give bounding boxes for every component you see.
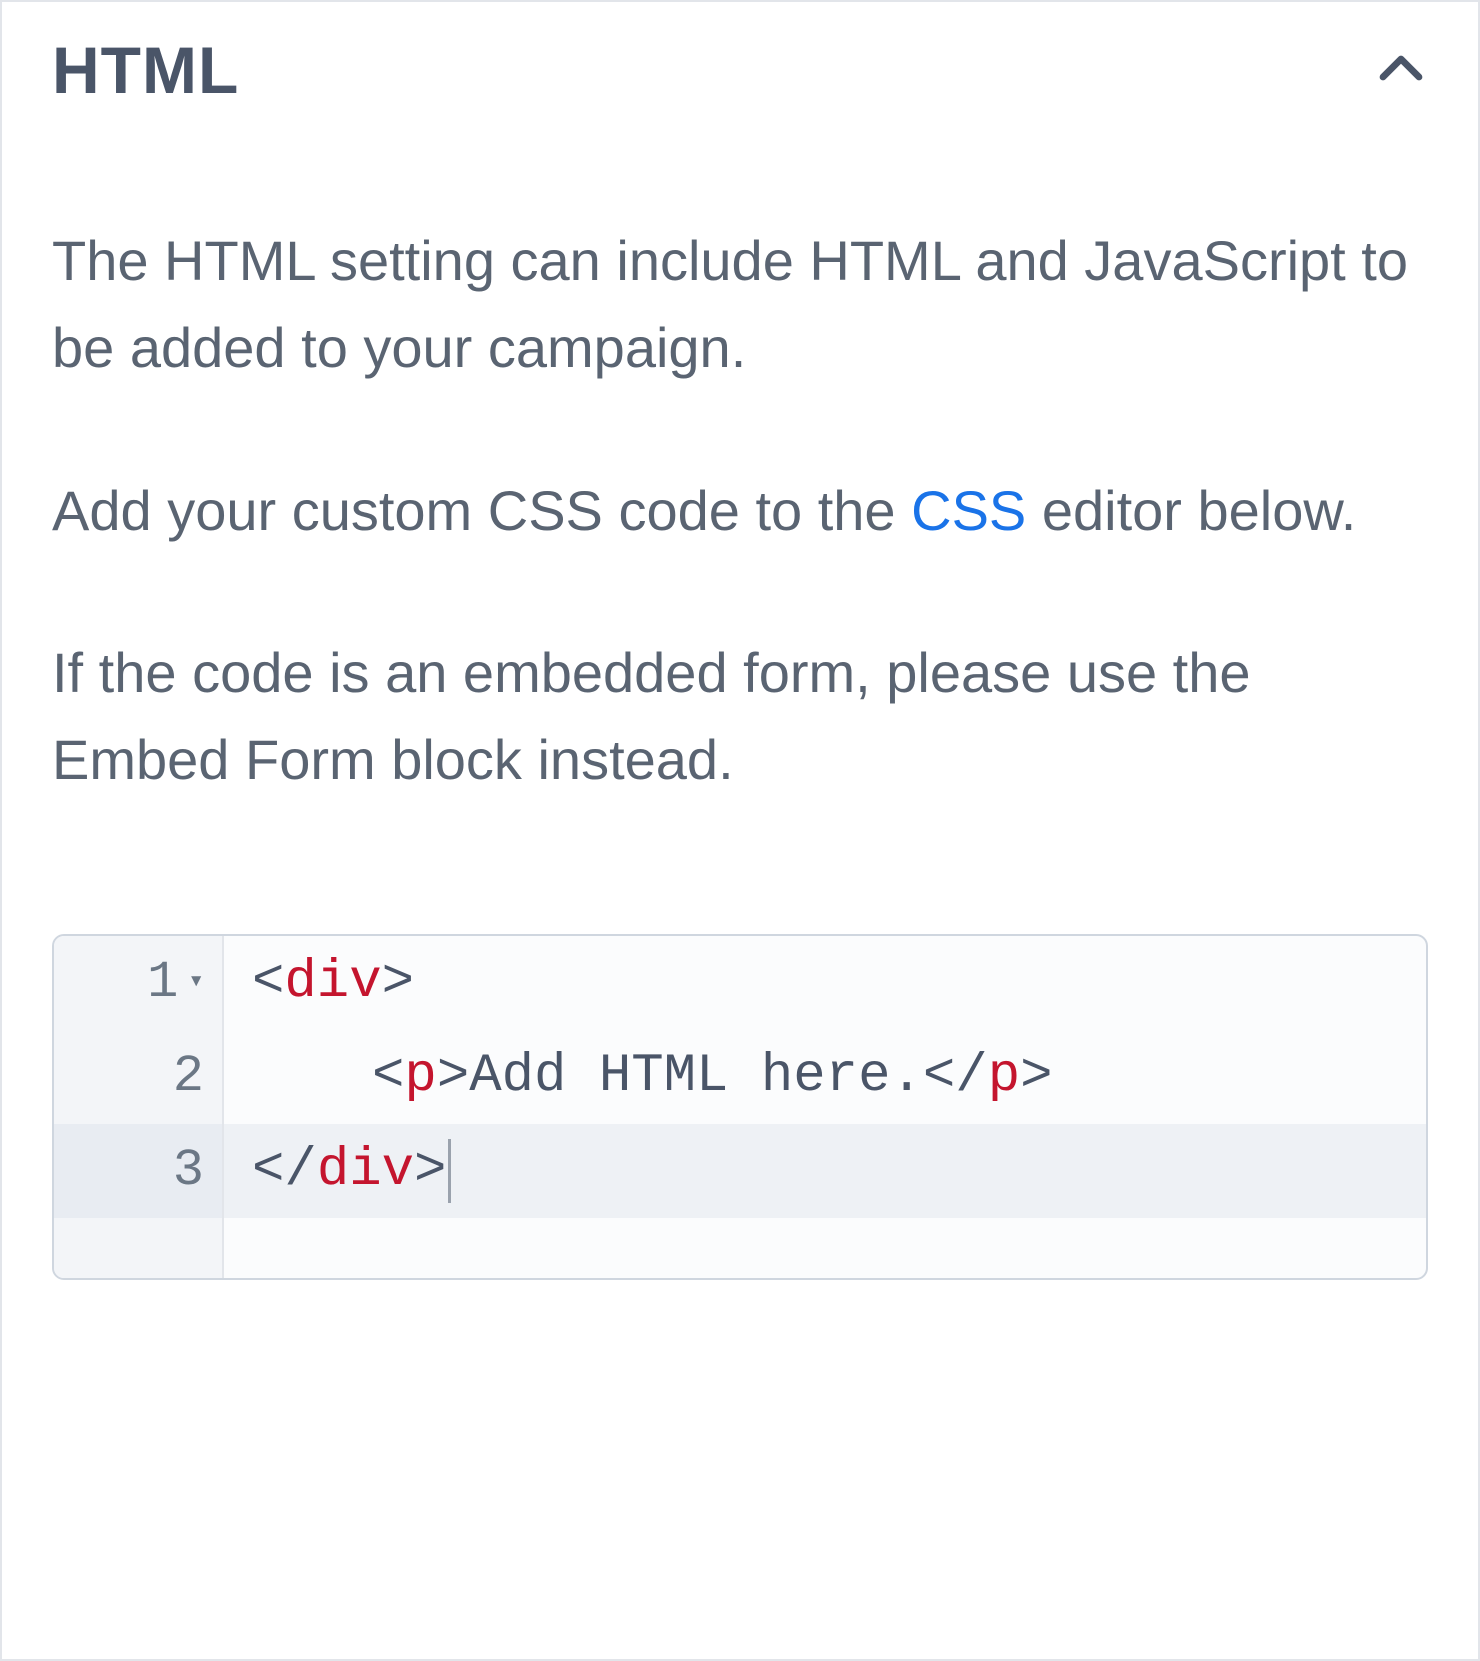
code-line[interactable]: 3</div>	[54, 1124, 1426, 1218]
code-content[interactable]: <div>	[224, 952, 414, 1013]
line-number	[54, 1218, 224, 1278]
code-line[interactable]: 2<p>Add HTML here.</p>	[54, 1030, 1426, 1124]
description-paragraph-1: The HTML setting can include HTML and Ja…	[52, 218, 1428, 392]
description-paragraph-2: Add your custom CSS code to the CSS edit…	[52, 468, 1428, 555]
panel-header[interactable]: HTML	[2, 2, 1478, 138]
code-content[interactable]: <p>Add HTML here.</p>	[224, 1046, 1053, 1107]
text-cursor	[448, 1139, 451, 1203]
code-content[interactable]: </div>	[224, 1139, 451, 1203]
chevron-up-icon[interactable]	[1374, 41, 1428, 100]
code-line-empty[interactable]	[54, 1218, 1426, 1278]
line-number: 1▾	[54, 936, 224, 1030]
line-number: 2	[54, 1030, 224, 1124]
line-number: 3	[54, 1124, 224, 1218]
p2-post: editor below.	[1026, 479, 1356, 542]
panel-body: The HTML setting can include HTML and Ja…	[2, 138, 1478, 934]
html-code-editor[interactable]: 1▾<div>2<p>Add HTML here.</p>3</div>	[52, 934, 1428, 1280]
html-settings-panel: HTML The HTML setting can include HTML a…	[0, 0, 1480, 1661]
p2-pre: Add your custom CSS code to the	[52, 479, 911, 542]
description-paragraph-3: If the code is an embedded form, please …	[52, 630, 1428, 804]
panel-title: HTML	[52, 32, 239, 108]
code-line[interactable]: 1▾<div>	[54, 936, 1426, 1030]
css-link[interactable]: CSS	[911, 479, 1026, 542]
fold-marker-icon[interactable]: ▾	[188, 965, 204, 996]
